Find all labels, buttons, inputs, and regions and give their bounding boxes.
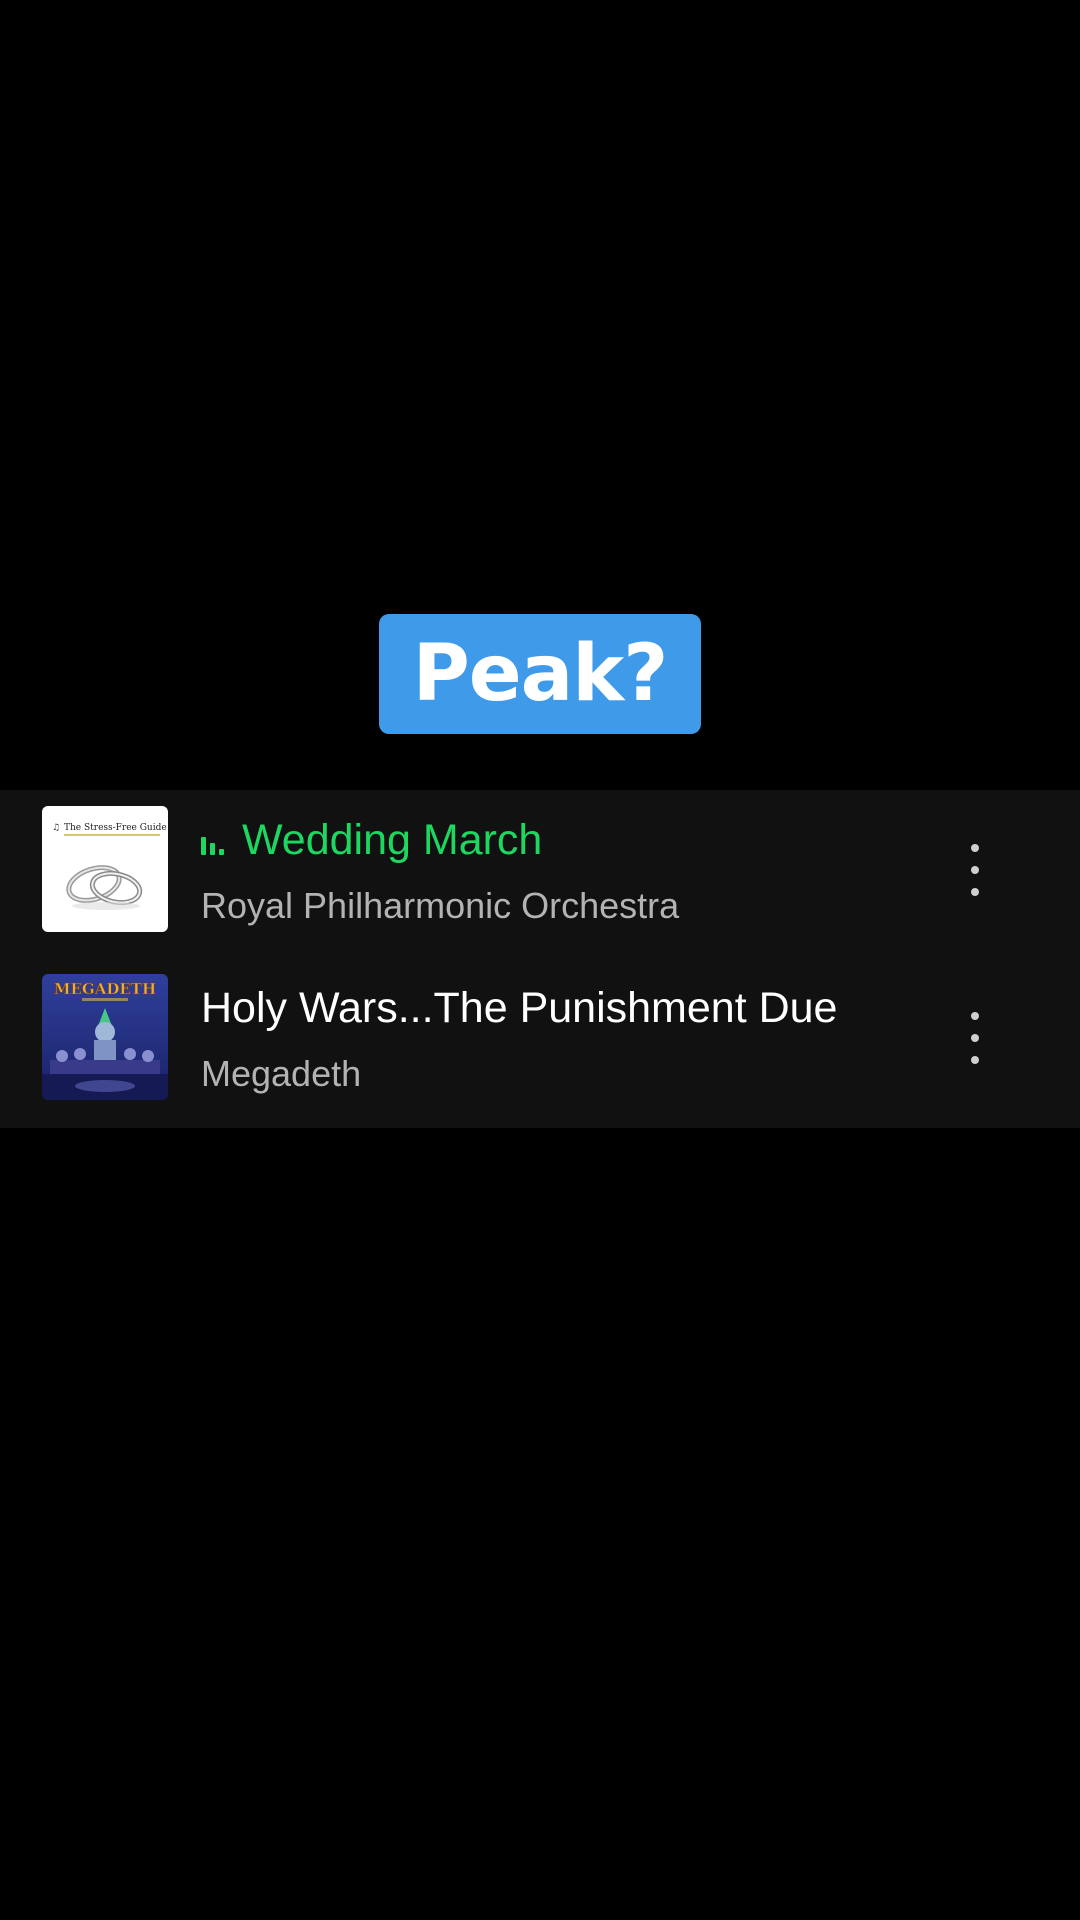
eq-bar [201, 837, 206, 855]
caption-container: Peak? [0, 614, 1080, 734]
more-dot [971, 1012, 979, 1020]
more-options-button[interactable] [957, 1008, 993, 1068]
wedding-rings-album-cover: ♫ The Stress-Free Guide [42, 806, 168, 932]
track-text: Holy Wars...The Punishment Due Megadeth [201, 974, 921, 1100]
caption-text: Peak? [412, 629, 669, 719]
eq-bar [219, 849, 224, 855]
cover-text: MEGADETH [54, 980, 156, 998]
svg-text:♫: ♫ [52, 823, 60, 833]
more-dot [971, 866, 979, 874]
more-dot [971, 844, 979, 852]
cover-text: The Stress-Free Guide [64, 823, 167, 833]
eq-bar [210, 843, 215, 855]
track-text: Wedding March Royal Philharmonic Orchest… [201, 806, 921, 932]
more-dot [971, 1056, 979, 1064]
more-options-button[interactable] [957, 840, 993, 900]
now-playing-equalizer-icon [201, 833, 228, 855]
track-row[interactable]: ♫ The Stress-Free Guide Wedding March Ro… [0, 806, 1080, 932]
track-title: Wedding March [242, 816, 543, 864]
caption-banner: Peak? [378, 614, 702, 734]
more-dot [971, 888, 979, 896]
track-artist: Megadeth [201, 1053, 362, 1094]
title-line: Holy Wars...The Punishment Due [201, 980, 837, 1036]
more-dot [971, 1034, 979, 1042]
title-line: Wedding March [201, 812, 542, 868]
track-artist: Royal Philharmonic Orchestra [201, 885, 680, 926]
track-row[interactable]: MEGADETH Holy Wars...The Punishment Due … [0, 974, 1080, 1100]
track-title: Holy Wars...The Punishment Due [201, 984, 838, 1032]
track-list: ♫ The Stress-Free Guide Wedding March Ro… [0, 790, 1080, 1128]
megadeth-rust-in-peace-album-cover: MEGADETH [42, 974, 168, 1100]
